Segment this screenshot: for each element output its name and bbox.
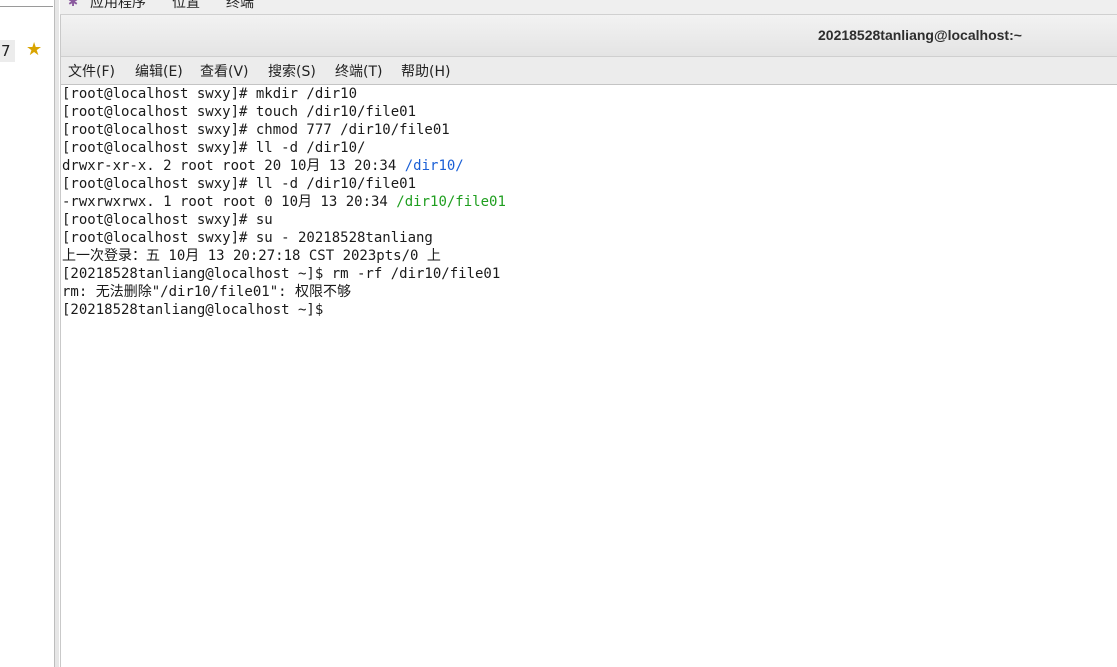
window-gap	[55, 0, 59, 667]
terminal-app-menu[interactable]: 终端	[226, 0, 254, 12]
terminal-line: -rwxrwxrwx. 1 root root 0 10月 13 20:34 /…	[62, 193, 1117, 211]
applications-icon: ✱	[68, 0, 79, 9]
star-icon[interactable]: ★	[26, 38, 42, 62]
terminal-line-text: [root@localhost swxy]# touch /dir10/file…	[62, 104, 417, 120]
terminal-line-text: [root@localhost swxy]# ll -d /dir10/file…	[62, 176, 417, 192]
terminal-line-text: [root@localhost swxy]# chmod 777 /dir10/…	[62, 122, 450, 138]
terminal-line: [root@localhost swxy]# mkdir /dir10	[62, 85, 1117, 103]
menu-edit[interactable]: 编辑(E)	[135, 61, 183, 81]
terminal-line-text: -rwxrwxrwx. 1 root root 0 10月 13 20:34	[62, 194, 397, 210]
terminal-window: 20218528tanliang@localhost:~ 文件(F) 编辑(E)…	[60, 15, 1117, 667]
terminal-line-text: [root@localhost swxy]# su	[62, 212, 273, 228]
applications-menu[interactable]: 应用程序	[90, 0, 146, 12]
terminal-line-text: [20218528tanliang@localhost ~]$	[62, 302, 332, 318]
terminal-line-text: [root@localhost swxy]# su - 20218528tanl…	[62, 230, 433, 246]
terminal-line: drwxr-xr-x. 2 root root 20 10月 13 20:34 …	[62, 157, 1117, 175]
terminal-line: [20218528tanliang@localhost ~]$ rm -rf /…	[62, 265, 1117, 283]
terminal-path-highlight: /dir10/	[404, 158, 464, 174]
terminal-line-text: drwxr-xr-x. 2 root root 20 10月 13 20:34	[62, 158, 405, 174]
terminal-line: [root@localhost swxy]# touch /dir10/file…	[62, 103, 1117, 121]
terminal-line: 上一次登录：五 10月 13 20:27:18 CST 2023pts/0 上	[62, 247, 1117, 265]
menu-terminal[interactable]: 终端(T)	[335, 61, 382, 81]
menu-view[interactable]: 查看(V)	[200, 61, 249, 81]
background-window-field[interactable]	[0, 0, 53, 7]
terminal-line: rm: 无法删除"/dir10/file01": 权限不够	[62, 283, 1117, 301]
terminal-line: [root@localhost swxy]# chmod 777 /dir10/…	[62, 121, 1117, 139]
terminal-line: [root@localhost swxy]# su	[62, 211, 1117, 229]
terminal-line: [root@localhost swxy]# ll -d /dir10/file…	[62, 175, 1117, 193]
menu-help[interactable]: 帮助(H)	[401, 61, 450, 81]
background-window: 7 ★	[0, 0, 55, 667]
system-menu-bar: ✱ 应用程序 位置 终端	[60, 0, 1117, 15]
terminal-path-highlight: /dir10/file01	[396, 194, 506, 210]
terminal-line: [20218528tanliang@localhost ~]$	[62, 301, 1117, 319]
terminal-line-text: 上一次登录：五 10月 13 20:27:18 CST 2023pts/0 上	[62, 248, 441, 264]
menu-search[interactable]: 搜索(S)	[268, 61, 316, 81]
window-title: 20218528tanliang@localhost:~	[818, 27, 1022, 43]
terminal-line-text: [root@localhost swxy]# mkdir /dir10	[62, 86, 358, 102]
places-menu[interactable]: 位置	[172, 0, 200, 12]
menu-file[interactable]: 文件(F)	[68, 61, 115, 81]
terminal-line: [root@localhost swxy]# su - 20218528tanl…	[62, 229, 1117, 247]
terminal-output[interactable]: [root@localhost swxy]# mkdir /dir10 [root…	[61, 85, 1117, 667]
terminal-line-text: [root@localhost swxy]# ll -d /dir10/	[62, 140, 366, 156]
background-window-number: 7	[0, 40, 15, 62]
terminal-menubar: 文件(F) 编辑(E) 查看(V) 搜索(S) 终端(T) 帮助(H)	[61, 57, 1117, 85]
terminal-titlebar[interactable]: 20218528tanliang@localhost:~	[61, 15, 1117, 57]
terminal-line: [root@localhost swxy]# ll -d /dir10/	[62, 139, 1117, 157]
terminal-line-text: [20218528tanliang@localhost ~]$ rm -rf /…	[62, 266, 501, 282]
terminal-line-text: rm: 无法删除"/dir10/file01": 权限不够	[62, 284, 352, 300]
